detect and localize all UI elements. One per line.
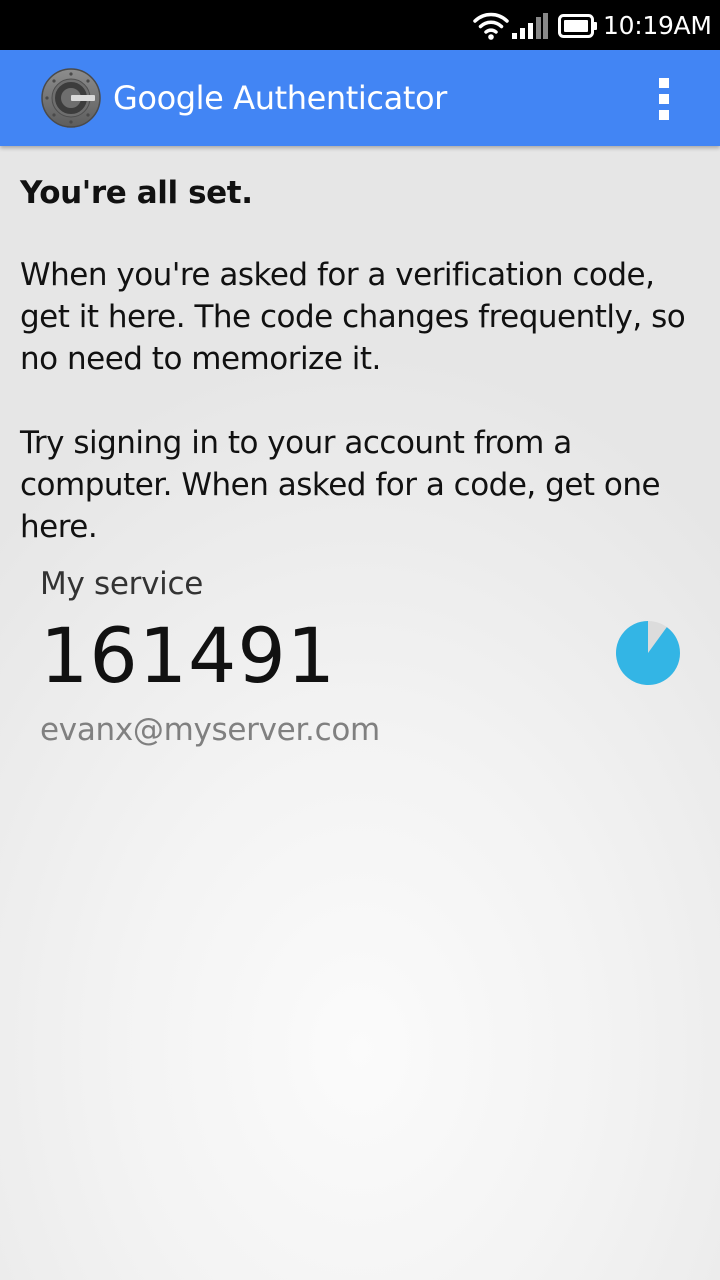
- wifi-icon: [473, 12, 509, 40]
- account-user: evanx@myserver.com: [40, 712, 380, 748]
- app-title: Google Authenticator: [113, 79, 447, 117]
- instructions-paragraph: When you're asked for a verification cod…: [20, 257, 686, 377]
- cell-signal-icon: [512, 13, 548, 39]
- app-bar: Google Authenticator: [0, 50, 720, 146]
- verification-code: 161491: [40, 611, 337, 700]
- authenticator-logo-icon: [41, 68, 101, 128]
- try-signing-in-paragraph: Try signing in to your account from a co…: [20, 425, 661, 545]
- overflow-menu-icon[interactable]: [646, 76, 682, 122]
- account-issuer: My service: [40, 566, 203, 602]
- account-item[interactable]: My service 161491 evanx@myserver.com: [40, 560, 700, 760]
- headline: You're all set.: [20, 175, 253, 211]
- status-bar: 10:19AM: [0, 0, 720, 50]
- countdown-timer-icon: [616, 621, 681, 685]
- status-time: 10:19AM: [603, 11, 712, 40]
- battery-icon: [558, 14, 597, 38]
